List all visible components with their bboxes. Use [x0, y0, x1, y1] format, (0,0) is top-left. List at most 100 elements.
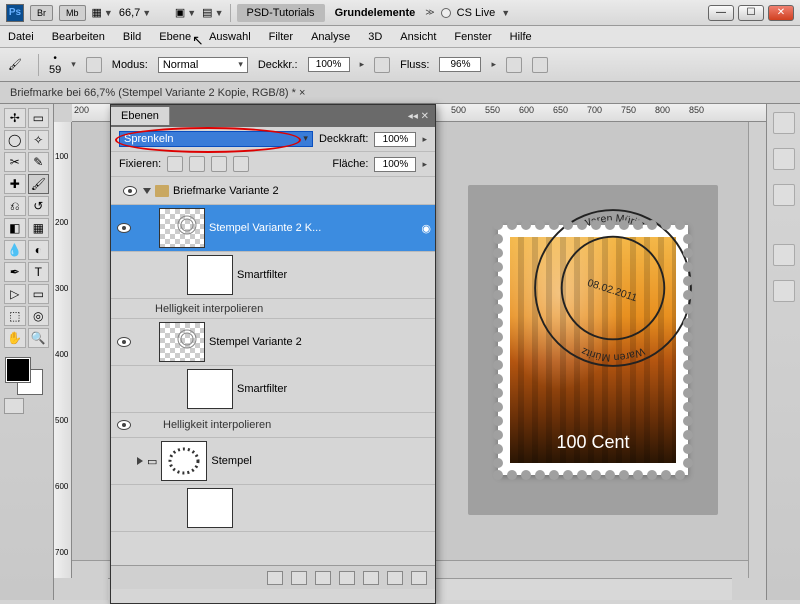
mask-icon[interactable]: [315, 571, 331, 585]
menu-ansicht[interactable]: Ansicht: [400, 31, 436, 43]
trash-icon[interactable]: [411, 571, 427, 585]
bridge-tab[interactable]: Br: [30, 5, 53, 21]
wand-tool[interactable]: ✧: [28, 130, 50, 150]
layer-group[interactable]: Briefmarke Variante 2: [111, 177, 435, 205]
layer-thumb[interactable]: [187, 488, 233, 528]
menu-filter[interactable]: Filter: [269, 31, 293, 43]
stamp-tool[interactable]: ⎌: [4, 196, 26, 216]
layers-tab[interactable]: Ebenen: [111, 107, 170, 125]
layer-blend-drop[interactable]: Sprenkeln▾: [119, 131, 313, 147]
close-button[interactable]: ✕: [768, 5, 794, 21]
brush-size-preview[interactable]: •59: [49, 53, 61, 76]
zoom-tool[interactable]: 🔍: [28, 328, 50, 348]
cslive-label[interactable]: CS Live: [457, 7, 496, 19]
brush-panel-icon[interactable]: [86, 57, 102, 73]
masks-panel-icon[interactable]: [773, 280, 795, 302]
blur-tool[interactable]: 💧: [4, 240, 26, 260]
menu-3d[interactable]: 3D: [368, 31, 382, 43]
workspace-btn-1[interactable]: PSD-Tutorials: [237, 4, 325, 22]
marquee-tool[interactable]: ▭: [28, 108, 50, 128]
heal-tool[interactable]: ✚: [4, 174, 26, 194]
lock-all-icon[interactable]: [233, 156, 249, 172]
link-layers-icon[interactable]: [267, 571, 283, 585]
expand-icon[interactable]: [137, 457, 143, 465]
layer-row[interactable]: Smartfilter: [111, 252, 435, 299]
lock-transparent-icon[interactable]: [167, 156, 183, 172]
minimize-button[interactable]: —: [708, 5, 734, 21]
menu-hilfe[interactable]: Hilfe: [510, 31, 532, 43]
type-tool[interactable]: T: [28, 262, 50, 282]
pen-tool[interactable]: ✒: [4, 262, 26, 282]
dodge-tool[interactable]: ◐: [28, 240, 50, 260]
visibility-toggle[interactable]: [115, 333, 133, 351]
color-swatch[interactable]: [4, 356, 48, 394]
scrollbar-vertical[interactable]: [748, 122, 766, 578]
blend-mode-drop[interactable]: Normal▾: [158, 57, 248, 73]
styles-panel-icon[interactable]: [773, 184, 795, 206]
layer-thumb[interactable]: [159, 208, 205, 248]
tablet-size-icon[interactable]: [532, 57, 548, 73]
document-tab[interactable]: Briefmarke bei 66,7% (Stempel Variante 2…: [0, 82, 800, 104]
mb-tab[interactable]: Mb: [59, 5, 86, 21]
lock-position-icon[interactable]: [211, 156, 227, 172]
layer-row[interactable]: Stempel Variante 2 K... ◉: [111, 205, 435, 252]
layer-fill-field[interactable]: 100%: [374, 157, 416, 172]
shape-tool[interactable]: ▭: [28, 284, 50, 304]
layer-row[interactable]: [111, 485, 435, 532]
maximize-button[interactable]: ☐: [738, 5, 764, 21]
brush-tool-icon[interactable]: 🖌: [8, 55, 28, 75]
layer-row[interactable]: Stempel Variante 2: [111, 319, 435, 366]
move-tool[interactable]: ✢: [4, 108, 26, 128]
fx-icon[interactable]: [291, 571, 307, 585]
3d-tool[interactable]: ⬚: [4, 306, 26, 326]
layer-row[interactable]: Helligkeit interpolieren: [111, 299, 435, 319]
color-panel-icon[interactable]: [773, 112, 795, 134]
arrange-drop[interactable]: ▤▼: [202, 6, 223, 19]
opacity-field[interactable]: 100%: [308, 57, 350, 72]
visibility-toggle[interactable]: [115, 219, 133, 237]
layer-row[interactable]: ▭ Stempel: [111, 438, 435, 485]
layer-thumb[interactable]: [159, 322, 205, 362]
crop-tool[interactable]: ✂: [4, 152, 26, 172]
visibility-toggle[interactable]: [115, 416, 133, 434]
history-brush-tool[interactable]: ↺: [28, 196, 50, 216]
screen-mode-drop[interactable]: ▣▼: [175, 6, 196, 19]
layer-thumb[interactable]: [187, 255, 233, 295]
new-layer-icon[interactable]: [387, 571, 403, 585]
lock-pixels-icon[interactable]: [189, 156, 205, 172]
workspace-more-icon[interactable]: ≫: [425, 7, 434, 18]
layer-thumb[interactable]: [161, 441, 207, 481]
adjustments-panel-icon[interactable]: [773, 244, 795, 266]
quickmask-toggle[interactable]: [4, 398, 24, 414]
brush-tool[interactable]: 🖌: [28, 174, 50, 194]
layer-thumb[interactable]: [187, 369, 233, 409]
menu-analyse[interactable]: Analyse: [311, 31, 350, 43]
menu-fenster[interactable]: Fenster: [454, 31, 491, 43]
gradient-tool[interactable]: ▦: [28, 218, 50, 238]
workspace-btn-2[interactable]: Grundelemente: [331, 4, 420, 22]
airbrush-icon[interactable]: [506, 57, 522, 73]
panel-collapse-icon[interactable]: ◂◂ ✕: [402, 111, 435, 122]
menu-bild[interactable]: Bild: [123, 31, 141, 43]
link-icon[interactable]: ▭: [147, 455, 157, 468]
layers-panel[interactable]: Ebenen ◂◂ ✕ Sprenkeln▾ Deckkraft: 100%▸ …: [110, 104, 436, 604]
flow-field[interactable]: 96%: [439, 57, 481, 72]
adjustment-icon[interactable]: [339, 571, 355, 585]
lasso-tool[interactable]: ◯: [4, 130, 26, 150]
3d-camera-tool[interactable]: ◎: [28, 306, 50, 326]
menu-ebene[interactable]: Ebene: [159, 31, 191, 43]
layer-row[interactable]: Helligkeit interpolieren: [111, 413, 435, 438]
path-tool[interactable]: ▷: [4, 284, 26, 304]
zoom-drop[interactable]: 66,7▼: [119, 7, 169, 19]
menu-datei[interactable]: Datei: [8, 31, 34, 43]
swatches-panel-icon[interactable]: [773, 148, 795, 170]
eyedropper-tool[interactable]: ✎: [28, 152, 50, 172]
film-drop[interactable]: ▦▼: [92, 6, 113, 19]
panel-header[interactable]: Ebenen ◂◂ ✕: [111, 105, 435, 127]
eraser-tool[interactable]: ◧: [4, 218, 26, 238]
group-icon[interactable]: [363, 571, 379, 585]
layer-opacity-field[interactable]: 100%: [374, 132, 416, 147]
layer-row[interactable]: Smartfilter: [111, 366, 435, 413]
hand-tool[interactable]: ✋: [4, 328, 26, 348]
visibility-toggle[interactable]: [121, 182, 139, 200]
